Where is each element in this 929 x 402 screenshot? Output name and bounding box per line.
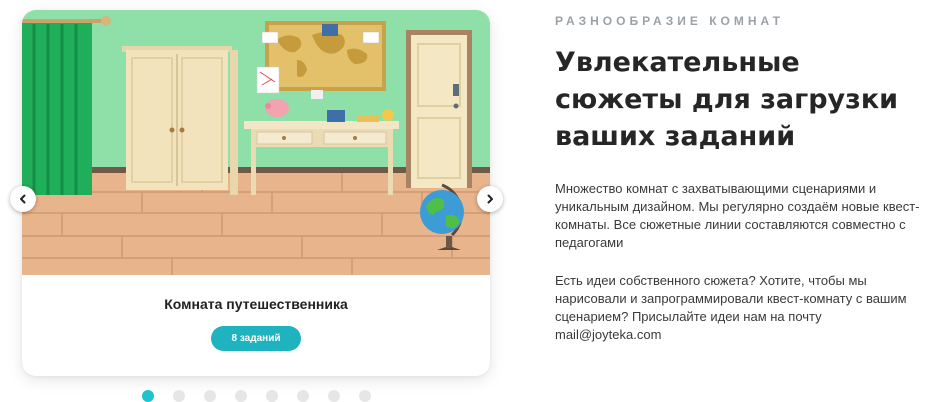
pagination-dot[interactable]	[235, 390, 247, 402]
section-eyebrow: РАЗНООБРАЗИЕ КОМНАТ	[555, 14, 784, 28]
room-card[interactable]: Комната путешественника 8 заданий	[22, 10, 490, 376]
next-slide-button[interactable]	[477, 186, 503, 212]
slider-pagination	[142, 390, 371, 402]
room-illustration	[22, 10, 490, 275]
tasks-count-badge[interactable]: 8 заданий	[211, 326, 301, 351]
pagination-dot[interactable]	[204, 390, 216, 402]
chevron-right-icon	[487, 194, 493, 204]
chevron-left-icon	[20, 194, 26, 204]
section-contact-text: Есть идеи собственного сюжета? Хотите, ч…	[555, 273, 907, 342]
section-heading: Увлекательные сюжеты для загрузки ваших …	[555, 47, 899, 152]
pagination-dot[interactable]	[328, 390, 340, 402]
pagination-dot[interactable]	[173, 390, 185, 402]
section-description: Множество комнат с захватывающими сценар…	[555, 181, 920, 250]
room-title: Комната путешественника	[164, 296, 348, 312]
prev-slide-button[interactable]	[10, 186, 36, 212]
pagination-dot[interactable]	[297, 390, 309, 402]
pagination-dot[interactable]	[266, 390, 278, 402]
pagination-dot[interactable]	[142, 390, 154, 402]
pagination-dot[interactable]	[359, 390, 371, 402]
